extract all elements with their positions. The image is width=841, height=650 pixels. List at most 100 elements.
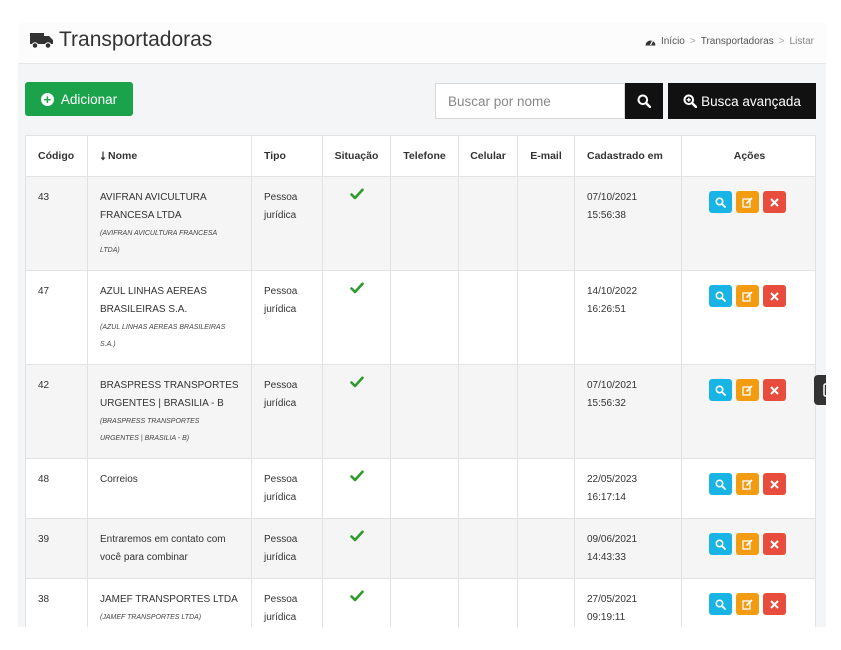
column-header-nome[interactable]: Nome (87, 136, 251, 176)
breadcrumb-transportadoras[interactable]: Transportadoras (701, 36, 774, 47)
search-button[interactable] (625, 83, 663, 119)
cell-acoes (681, 459, 815, 518)
edit-button[interactable] (736, 285, 759, 307)
column-header-situacao[interactable]: Situação (322, 136, 390, 176)
edit-button[interactable] (736, 379, 759, 401)
cell-acoes (681, 365, 815, 458)
delete-button[interactable] (763, 593, 786, 615)
carrier-type: Pessoa jurídica (264, 534, 298, 563)
page: Transportadoras Início > Transportadoras… (18, 22, 826, 627)
view-button[interactable] (709, 191, 732, 213)
edit-button[interactable] (736, 533, 759, 555)
cell-celular (458, 177, 517, 270)
cell-celular (458, 459, 517, 518)
delete-button[interactable] (763, 473, 786, 495)
check-icon (350, 590, 364, 602)
search-icon (715, 384, 726, 396)
cell-tipo: Pessoa jurídica (251, 177, 322, 270)
column-label: Telefone (403, 150, 446, 162)
side-panel-toggle[interactable] (814, 375, 826, 405)
cell-situacao (322, 459, 390, 518)
column-header-cadastrado[interactable]: Cadastrado em (574, 136, 681, 176)
column-header-telefone[interactable]: Telefone (390, 136, 458, 176)
edit-icon (742, 290, 753, 302)
cell-cadastrado: 07/10/2021 15:56:32 (574, 365, 681, 458)
column-label: Nome (108, 150, 138, 162)
breadcrumb-current: Listar (789, 36, 814, 47)
cell-email (517, 365, 574, 458)
advanced-search-label: Busca avançada (701, 93, 801, 109)
check-icon (350, 282, 364, 294)
row-actions (709, 593, 790, 615)
table-row: 38 JAMEF TRANSPORTES LTDA (JAMEF TRANSPORT… (26, 579, 815, 627)
view-button[interactable] (709, 593, 732, 615)
cell-situacao (322, 271, 390, 364)
close-icon (770, 197, 779, 207)
search-icon (715, 478, 726, 490)
view-button[interactable] (709, 285, 732, 307)
view-button[interactable] (709, 473, 732, 495)
cell-telefone (390, 579, 458, 627)
edit-icon (742, 478, 753, 490)
edit-button[interactable] (736, 191, 759, 213)
column-label: E-mail (530, 150, 562, 162)
column-header-celular[interactable]: Celular (458, 136, 517, 176)
table-row: 43 AVIFRAN AVICULTURA FRANCESA LTDA (AVIFRA… (26, 177, 815, 271)
carrier-name: AVIFRAN AVICULTURA FRANCESA LTDA (AVIFRAN … (100, 189, 243, 259)
page-header: Transportadoras Início > Transportadoras… (18, 22, 826, 64)
cell-telefone (390, 271, 458, 364)
column-header-codigo[interactable]: Código (26, 136, 87, 176)
cell-telefone (390, 519, 458, 578)
carrier-name: Correios (100, 474, 138, 485)
breadcrumb-home[interactable]: Início (661, 36, 685, 47)
cell-celular (458, 271, 517, 364)
column-header-email[interactable]: E-mail (517, 136, 574, 176)
view-button[interactable] (709, 533, 732, 555)
delete-button[interactable] (763, 191, 786, 213)
cell-situacao (322, 177, 390, 270)
created-at: 07/10/2021 15:56:38 (587, 192, 638, 221)
check-icon (350, 530, 364, 542)
table-row: 39 Entraremos em contato com você para com… (26, 519, 815, 579)
edit-button[interactable] (736, 473, 759, 495)
cell-email (517, 579, 574, 627)
edit-icon (742, 384, 753, 396)
edit-icon (742, 598, 753, 610)
delete-button[interactable] (763, 533, 786, 555)
search-icon (637, 94, 651, 108)
carrier-legal-name: (AVIFRAN AVICULTURA FRANCESA LTDA) (100, 230, 218, 254)
breadcrumb: Início > Transportadoras > Listar (645, 36, 814, 47)
cell-situacao (322, 579, 390, 627)
add-button-label: Adicionar (60, 91, 118, 107)
cell-celular (458, 519, 517, 578)
cell-nome: JAMEF TRANSPORTES LTDA (JAMEF TRANSPORTES… (87, 579, 251, 627)
carrier-code: 42 (38, 380, 50, 391)
search-input[interactable] (435, 83, 625, 119)
created-at: 27/05/2021 09:19:11 (587, 594, 638, 623)
column-header-tipo[interactable]: Tipo (251, 136, 322, 176)
advanced-search-button[interactable]: Busca avançada (668, 83, 816, 119)
created-at: 07/10/2021 15:56:32 (587, 380, 638, 409)
cell-email (517, 271, 574, 364)
cell-tipo: Pessoa jurídica (251, 271, 322, 364)
column-label: Tipo (264, 150, 286, 162)
row-actions (709, 285, 790, 307)
row-actions (709, 191, 790, 213)
close-icon (770, 539, 779, 549)
created-at: 09/06/2021 14:43:33 (587, 534, 638, 563)
carrier-legal-name: (AZUL LINHAS AEREAS BRASILEIRAS S.A.) (100, 324, 226, 348)
view-button[interactable] (709, 379, 732, 401)
delete-button[interactable] (763, 379, 786, 401)
add-button[interactable]: + Adicionar (25, 82, 133, 116)
delete-button[interactable] (763, 285, 786, 307)
cell-celular (458, 579, 517, 627)
created-at: 14/10/2022 16:26:51 (587, 286, 638, 315)
cell-tipo: Pessoa jurídica (251, 579, 322, 627)
edit-button[interactable] (736, 593, 759, 615)
carrier-code: 43 (38, 192, 50, 203)
breadcrumb-separator: > (778, 36, 785, 47)
page-title-text: Transportadoras (59, 28, 213, 51)
cell-email (517, 519, 574, 578)
cell-nome: BRASPRESS TRANSPORTES URGENTES | BRASILIA… (87, 365, 251, 458)
carrier-type: Pessoa jurídica (264, 192, 298, 221)
